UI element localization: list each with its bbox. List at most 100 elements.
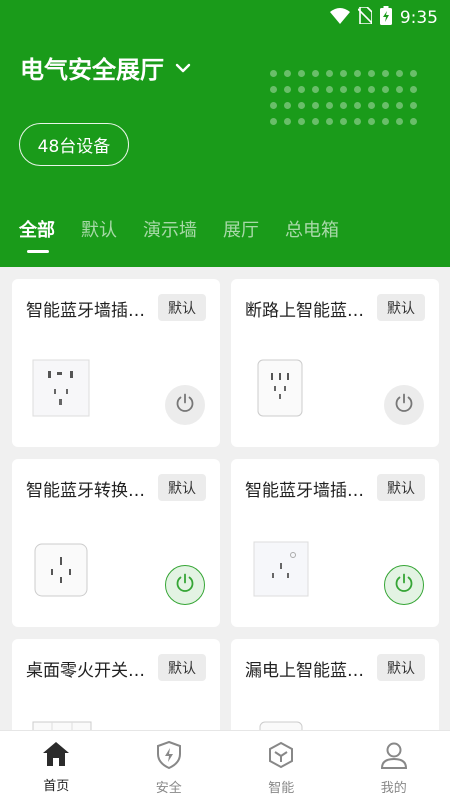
device-name: 智能蓝牙转换… — [26, 481, 145, 501]
device-count-button[interactable]: 48台设备 — [19, 123, 129, 166]
status-bar: 9:35 — [0, 0, 450, 32]
decorative-dot — [326, 102, 333, 109]
wall-socket-image — [32, 359, 90, 421]
breaker-socket-image — [257, 359, 303, 421]
nav-label: 安全 — [155, 781, 182, 796]
decorative-dot — [312, 118, 319, 125]
tab-active-indicator — [27, 250, 49, 253]
status-time: 9:35 — [399, 7, 438, 28]
decorative-dot — [368, 118, 375, 125]
power-icon — [393, 572, 415, 598]
decorative-dot — [354, 86, 361, 93]
decorative-dot — [382, 118, 389, 125]
decorative-dot — [410, 70, 417, 77]
decorative-dot — [326, 70, 333, 77]
decorative-dot — [396, 118, 403, 125]
decorative-dot — [340, 86, 347, 93]
tab-all[interactable]: 全部 — [19, 216, 55, 253]
battery-charging-icon — [379, 6, 392, 29]
device-name: 智能蓝牙墙插… — [245, 481, 364, 501]
decorative-dot — [396, 70, 403, 77]
tab-label: 展厅 — [223, 220, 259, 241]
nav-label: 我的 — [380, 781, 407, 796]
decorative-dot — [298, 86, 305, 93]
decorative-dot — [340, 70, 347, 77]
decorative-dot — [284, 70, 291, 77]
decorative-dot — [270, 86, 277, 93]
device-card[interactable]: 智能蓝牙墙插… 默认 — [12, 279, 220, 447]
device-card[interactable]: 断路上智能蓝… 默认 — [231, 279, 439, 447]
nav-label: 首页 — [43, 779, 70, 794]
group-badge: 默认 — [158, 294, 206, 321]
user-icon — [380, 741, 408, 773]
decorative-dot — [270, 118, 277, 125]
desktop-switch-image — [32, 721, 92, 730]
page-title: 电气安全展厅 — [20, 56, 164, 84]
decorative-dot — [382, 86, 389, 93]
decorative-dot — [368, 70, 375, 77]
no-sim-icon — [357, 6, 373, 28]
tab-default[interactable]: 默认 — [81, 216, 117, 242]
power-icon — [174, 392, 196, 418]
decorative-dot — [284, 102, 291, 109]
device-name: 桌面零火开关… — [26, 661, 145, 681]
hall-selector[interactable]: 电气安全展厅 — [20, 50, 192, 85]
shield-icon — [156, 740, 182, 773]
tab-main-box[interactable]: 总电箱 — [285, 216, 339, 242]
tab-label: 总电箱 — [285, 220, 339, 241]
power-button[interactable] — [165, 565, 205, 605]
decorative-dot — [354, 118, 361, 125]
device-card[interactable]: 漏电上智能蓝… 默认 — [231, 639, 439, 730]
nav-smart[interactable]: 智能 — [225, 731, 338, 800]
power-icon — [393, 392, 415, 418]
decorative-dot — [298, 118, 305, 125]
decorative-dot — [270, 70, 277, 77]
leakage-breaker-image — [259, 721, 303, 730]
device-card[interactable]: 智能蓝牙墙插… 默认 — [231, 459, 439, 627]
nav-label: 智能 — [268, 781, 295, 796]
decorative-dot — [284, 86, 291, 93]
decorative-dot — [410, 102, 417, 109]
category-tabs: 全部 默认 演示墙 展厅 总电箱 — [19, 216, 365, 253]
group-badge: 默认 — [158, 474, 206, 501]
nav-home[interactable]: 首页 — [0, 731, 113, 800]
decorative-dot — [312, 86, 319, 93]
device-card[interactable]: 智能蓝牙转换… 默认 — [12, 459, 220, 627]
nav-mine[interactable]: 我的 — [338, 731, 450, 800]
decorative-dot — [410, 86, 417, 93]
decorative-dot — [284, 118, 291, 125]
tab-showroom[interactable]: 展厅 — [223, 216, 259, 242]
decorative-dot — [270, 102, 277, 109]
power-button[interactable] — [384, 565, 424, 605]
decorative-dot — [312, 70, 319, 77]
device-card[interactable]: 桌面零火开关… 默认 — [12, 639, 220, 730]
decorative-dot — [396, 86, 403, 93]
bottom-navigation: 首页 安全 智能 我的 — [0, 730, 450, 800]
decorative-dot — [354, 70, 361, 77]
decorative-dot — [410, 118, 417, 125]
header: 9:35 电气安全展厅 48台设备 全部 默认 演示墙 展厅 总电箱 — [0, 0, 450, 267]
tab-demo-wall[interactable]: 演示墙 — [143, 216, 197, 242]
wall-socket-image — [253, 541, 309, 601]
device-name: 智能蓝牙墙插… — [26, 301, 145, 321]
decorative-dot — [326, 86, 333, 93]
tab-label: 全部 — [19, 220, 55, 241]
decorative-dot — [326, 118, 333, 125]
home-icon — [42, 741, 70, 771]
nav-security[interactable]: 安全 — [113, 731, 226, 800]
decorative-dot — [340, 118, 347, 125]
wifi-icon — [329, 7, 350, 28]
decorative-dot — [298, 70, 305, 77]
decorative-dot — [368, 86, 375, 93]
device-name: 断路上智能蓝… — [245, 301, 364, 321]
power-button[interactable] — [165, 385, 205, 425]
decorative-dot — [340, 102, 347, 109]
decorative-dot — [368, 102, 375, 109]
device-name: 漏电上智能蓝… — [245, 661, 364, 681]
adapter-socket-image — [34, 543, 88, 601]
power-button[interactable] — [384, 385, 424, 425]
group-badge: 默认 — [158, 654, 206, 681]
decorative-dot — [298, 102, 305, 109]
decorative-dot — [312, 102, 319, 109]
tab-label: 演示墙 — [143, 220, 197, 241]
